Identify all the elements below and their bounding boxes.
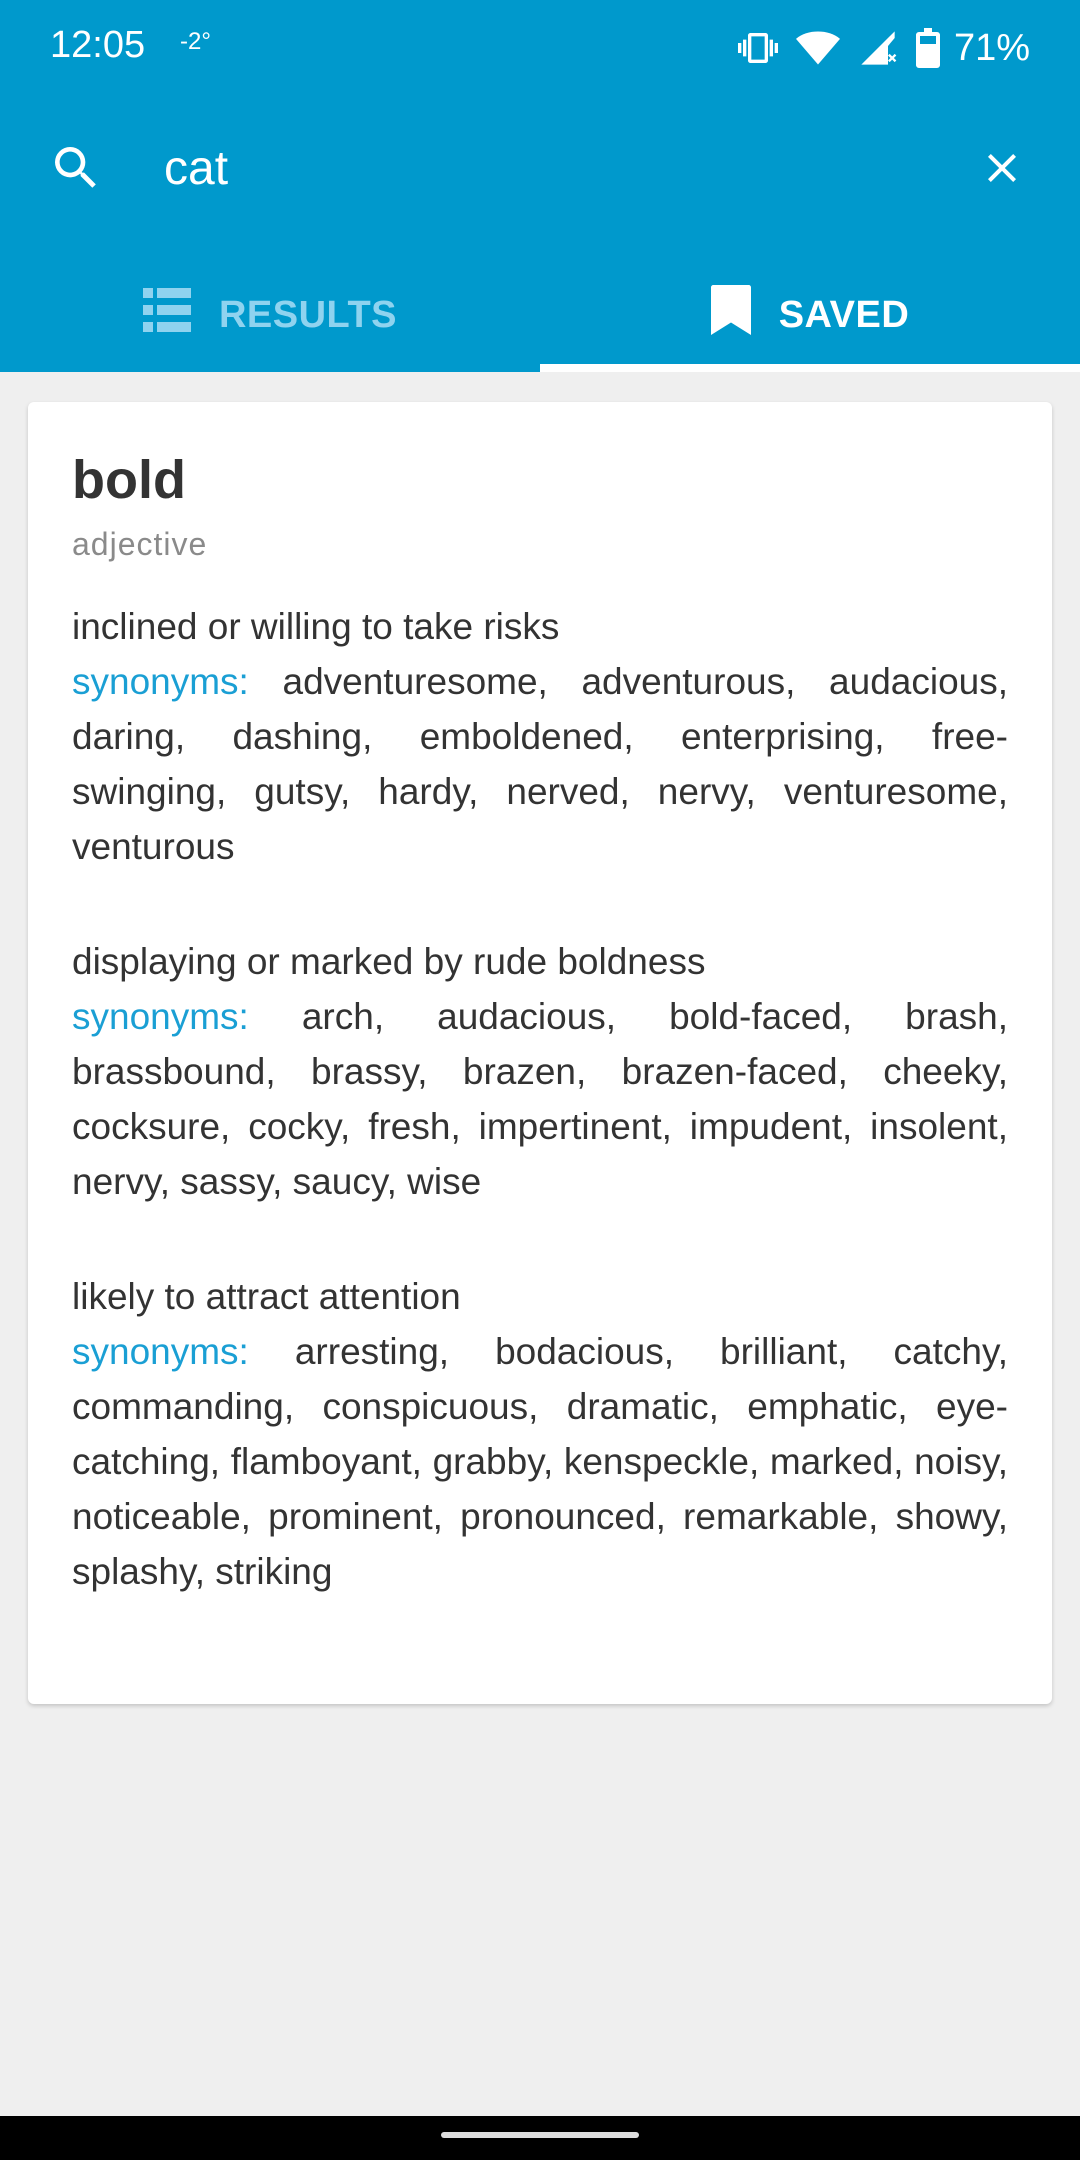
navigation-bar (0, 2116, 1080, 2160)
part-of-speech: adjective (72, 526, 208, 562)
search-bar (0, 112, 1080, 222)
word-title: bold (72, 450, 186, 510)
app-bar: 12:05 -2° 71% cat RESULTS SAVED (0, 0, 1080, 372)
list-icon (142, 288, 191, 342)
synonyms-label: synonyms: (72, 996, 249, 1037)
word-card: bold adjective inclined or willing to ta… (28, 402, 1052, 1704)
synonyms-label: synonyms: (72, 661, 249, 702)
tab-saved[interactable]: SAVED (540, 258, 1080, 372)
status-temperature: -2° (180, 28, 211, 55)
search-input[interactable] (164, 136, 924, 200)
battery-icon (915, 28, 940, 68)
battery-percent: 71% (953, 26, 1030, 69)
status-icons: 71% (737, 24, 1030, 72)
search-icon[interactable] (48, 140, 104, 196)
vibrate-icon (737, 28, 778, 68)
signal-icon (858, 28, 898, 68)
clear-search-button[interactable] (972, 138, 1032, 198)
definition: displaying or marked by rude boldness (72, 941, 706, 982)
synonyms: synonyms: adventuresome, adventurous, au… (72, 654, 1008, 874)
sense-item: likely to attract attention synonyms: ar… (72, 1269, 1008, 1599)
definition: inclined or willing to take risks (72, 606, 560, 647)
status-time: 12:05 (50, 24, 146, 66)
definition: likely to attract attention (72, 1276, 461, 1317)
synonyms: synonyms: arresting, bodacious, brillian… (72, 1324, 1008, 1599)
wifi-icon (795, 28, 840, 68)
synonyms: synonyms: arch, audacious, bold-faced, b… (72, 989, 1008, 1209)
tab-saved-label: SAVED (778, 293, 910, 336)
bookmark-icon (710, 285, 751, 345)
home-gesture-handle[interactable] (441, 2132, 639, 2138)
tab-results[interactable]: RESULTS (0, 258, 540, 372)
tab-results-label: RESULTS (218, 293, 398, 336)
close-icon (988, 154, 1016, 182)
status-bar: 12:05 -2° 71% (0, 0, 1080, 96)
sense-item: inclined or willing to take risks synony… (72, 599, 1008, 874)
sense-item: displaying or marked by rude boldness sy… (72, 934, 1008, 1209)
synonyms-label: synonyms: (72, 1331, 249, 1372)
tab-bar: RESULTS SAVED (0, 258, 1080, 372)
